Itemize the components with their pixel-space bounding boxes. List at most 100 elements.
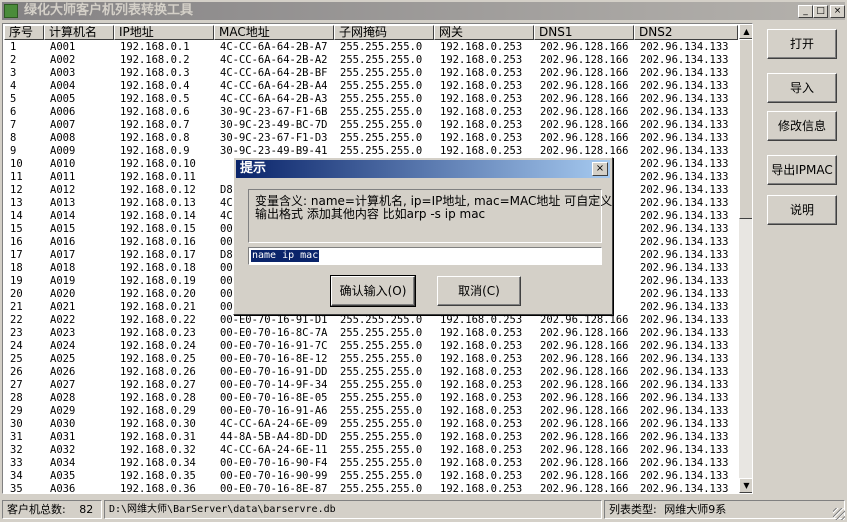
table-cell: A015 — [50, 223, 76, 235]
status-bar: 客户机总数: 82 D:\网维大师\BarServer\data\barserv… — [0, 498, 847, 522]
table-cell: 202.96.128.166 — [540, 405, 629, 417]
table-cell: 24 — [10, 340, 23, 352]
column-header[interactable]: DNS2 — [634, 25, 738, 40]
table-cell: 7 — [10, 119, 17, 131]
dialog-close-button[interactable]: × — [592, 162, 608, 176]
open-button[interactable]: 打开 — [767, 29, 837, 59]
table-row[interactable]: 28 A028 192.168.0.28 00-E0-70-16-8E-05 255.2… — [4, 392, 738, 405]
table-row[interactable]: 32 A032 192.168.0.32 4C-CC-6A-24-6E-11 255.2… — [4, 444, 738, 457]
table-cell: 192.168.0.253 — [440, 80, 523, 92]
resize-grip-icon[interactable] — [833, 508, 845, 520]
table-row[interactable]: 33 A034 192.168.0.34 00-E0-70-16-90-F4 255.2… — [4, 457, 738, 470]
table-row[interactable]: 27 A027 192.168.0.27 00-E0-70-14-9F-34 255.2… — [4, 379, 738, 392]
table-row[interactable]: 34 A035 192.168.0.35 00-E0-70-16-90-99 255.2… — [4, 470, 738, 483]
table-cell: 255.255.255.0 — [340, 392, 423, 404]
table-row[interactable]: 7 A007 192.168.0.7 30-9C-23-49-BC-7D 255.255… — [4, 119, 738, 132]
import-button[interactable]: 导入 — [767, 73, 837, 103]
table-row[interactable]: 1 A001 192.168.0.1 4C-CC-6A-64-2B-A7 255.255… — [4, 41, 738, 54]
table-row[interactable]: 31 A031 192.168.0.31 44-8A-5B-A4-8D-DD 255.2… — [4, 431, 738, 444]
table-row[interactable]: 4 A004 192.168.0.4 4C-CC-6A-64-2B-A4 255.255… — [4, 80, 738, 93]
format-input-value: name ip mac — [251, 250, 320, 262]
table-cell: A026 — [50, 366, 76, 378]
format-input[interactable]: name ip mac — [248, 247, 602, 265]
table-cell: 255.255.255.0 — [340, 67, 423, 79]
table-cell: 34 — [10, 470, 23, 482]
table-cell: A019 — [50, 275, 76, 287]
close-button[interactable]: × — [830, 5, 845, 18]
table-cell: 192.168.0.15 — [120, 223, 196, 235]
table-cell: 202.96.128.166 — [540, 457, 629, 469]
window-title: 绿化大师客户机列表转换工具 — [24, 3, 194, 18]
table-row[interactable]: 5 A005 192.168.0.5 4C-CC-6A-64-2B-A3 255.255… — [4, 93, 738, 106]
table-cell: 192.168.0.253 — [440, 340, 523, 352]
column-header[interactable]: DNS1 — [534, 25, 634, 40]
table-cell: 255.255.255.0 — [340, 444, 423, 456]
dialog-message-line2: 输出格式 添加其他内容 比如arp -s ip mac — [255, 207, 486, 221]
table-cell: 192.168.0.253 — [440, 366, 523, 378]
table-row[interactable]: 8 A008 192.168.0.8 30-9C-23-67-F1-D3 255.255… — [4, 132, 738, 145]
table-cell: 4C-CC-6A-24-6E-09 — [220, 418, 328, 430]
table-cell: A022 — [50, 314, 76, 326]
table-row[interactable]: 22 A022 192.168.0.22 00-E0-70-16-91-D1 255.2… — [4, 314, 738, 327]
table-cell: A021 — [50, 301, 76, 313]
table-cell: 255.255.255.0 — [340, 119, 423, 131]
table-cell: 10 — [10, 158, 23, 170]
column-header[interactable]: 序号 — [4, 25, 44, 40]
modify-button[interactable]: 修改信息 — [767, 111, 837, 141]
table-row[interactable]: 2 A002 192.168.0.2 4C-CC-6A-64-2B-A2 255.255… — [4, 54, 738, 67]
table-cell: 192.168.0.23 — [120, 327, 196, 339]
export-ipmac-button[interactable]: 导出IPMAC — [767, 155, 837, 185]
table-row[interactable]: 23 A023 192.168.0.23 00-E0-70-16-8C-7A 255.2… — [4, 327, 738, 340]
table-cell: 202.96.134.133 — [640, 41, 729, 53]
table-cell: 30-9C-23-67-F1-D3 — [220, 132, 328, 144]
column-header[interactable]: IP地址 — [114, 25, 214, 40]
dialog-message-line1: 变量含义: name=计算机名, ip=IP地址, mac=MAC地址 可自定义 — [255, 194, 613, 208]
vertical-scrollbar[interactable]: ▲ ▼ — [739, 24, 752, 493]
table-cell: 255.255.255.0 — [340, 379, 423, 391]
scroll-down-icon[interactable]: ▼ — [739, 478, 752, 493]
table-row[interactable]: 29 A029 192.168.0.29 00-E0-70-16-91-A6 255.2… — [4, 405, 738, 418]
table-cell: 5 — [10, 93, 17, 105]
table-row[interactable]: 24 A024 192.168.0.24 00-E0-70-16-91-7C 255.2… — [4, 340, 738, 353]
title-bar: 绿化大师客户机列表转换工具 _ □ × — [2, 2, 845, 20]
scroll-thumb[interactable] — [739, 39, 752, 219]
status-count: 客户机总数: 82 — [2, 500, 102, 519]
table-cell: 192.168.0.253 — [440, 314, 523, 326]
table-cell: A011 — [50, 171, 76, 183]
table-cell: 255.255.255.0 — [340, 418, 423, 430]
table-row[interactable]: 25 A025 192.168.0.25 00-E0-70-16-8E-12 255.2… — [4, 353, 738, 366]
table-cell: A005 — [50, 93, 76, 105]
table-cell: 202.96.128.166 — [540, 41, 629, 53]
table-cell: 202.96.134.133 — [640, 93, 729, 105]
table-cell: 00-E0-70-16-90-99 — [220, 470, 328, 482]
table-cell: 202.96.128.166 — [540, 106, 629, 118]
table-row[interactable]: 30 A030 192.168.0.30 4C-CC-6A-24-6E-09 255.2… — [4, 418, 738, 431]
table-cell: 202.96.134.133 — [640, 340, 729, 352]
table-cell: 30-9C-23-67-F1-6B — [220, 106, 328, 118]
column-header[interactable]: 计算机名 — [44, 25, 114, 40]
column-header[interactable]: 网关 — [434, 25, 534, 40]
maximize-button[interactable]: □ — [813, 5, 828, 18]
table-row[interactable]: 6 A006 192.168.0.6 30-9C-23-67-F1-6B 255.255… — [4, 106, 738, 119]
table-cell: 15 — [10, 223, 23, 235]
column-header[interactable]: MAC地址 — [214, 25, 334, 40]
table-cell: 00-E0-70-16-91-D1 — [220, 314, 328, 326]
column-header[interactable]: 子网掩码 — [334, 25, 434, 40]
table-row[interactable]: 3 A003 192.168.0.3 4C-CC-6A-64-2B-BF 255.255… — [4, 67, 738, 80]
table-cell: A014 — [50, 210, 76, 222]
list-header: 序号 计算机名 IP地址 MAC地址 子网掩码 网关 DNS1 DNS2 — [4, 25, 738, 40]
table-row[interactable]: 35 A036 192.168.0.36 00-E0-70-16-8E-87 255.2… — [4, 483, 738, 493]
scroll-up-icon[interactable]: ▲ — [739, 24, 752, 39]
confirm-button[interactable]: 确认输入(O) — [330, 275, 416, 307]
table-cell: 192.168.0.17 — [120, 249, 196, 261]
table-cell: A012 — [50, 184, 76, 196]
table-cell: 192.168.0.253 — [440, 470, 523, 482]
cancel-button[interactable]: 取消(C) — [437, 276, 521, 306]
table-row[interactable]: 26 A026 192.168.0.26 00-E0-70-16-91-DD 255.2… — [4, 366, 738, 379]
table-cell: 192.168.0.34 — [120, 457, 196, 469]
table-cell: 202.96.134.133 — [640, 249, 729, 261]
table-cell: 202.96.134.133 — [640, 457, 729, 469]
table-cell: 202.96.128.166 — [540, 353, 629, 365]
help-button[interactable]: 说明 — [767, 195, 837, 225]
minimize-button[interactable]: _ — [798, 5, 813, 18]
